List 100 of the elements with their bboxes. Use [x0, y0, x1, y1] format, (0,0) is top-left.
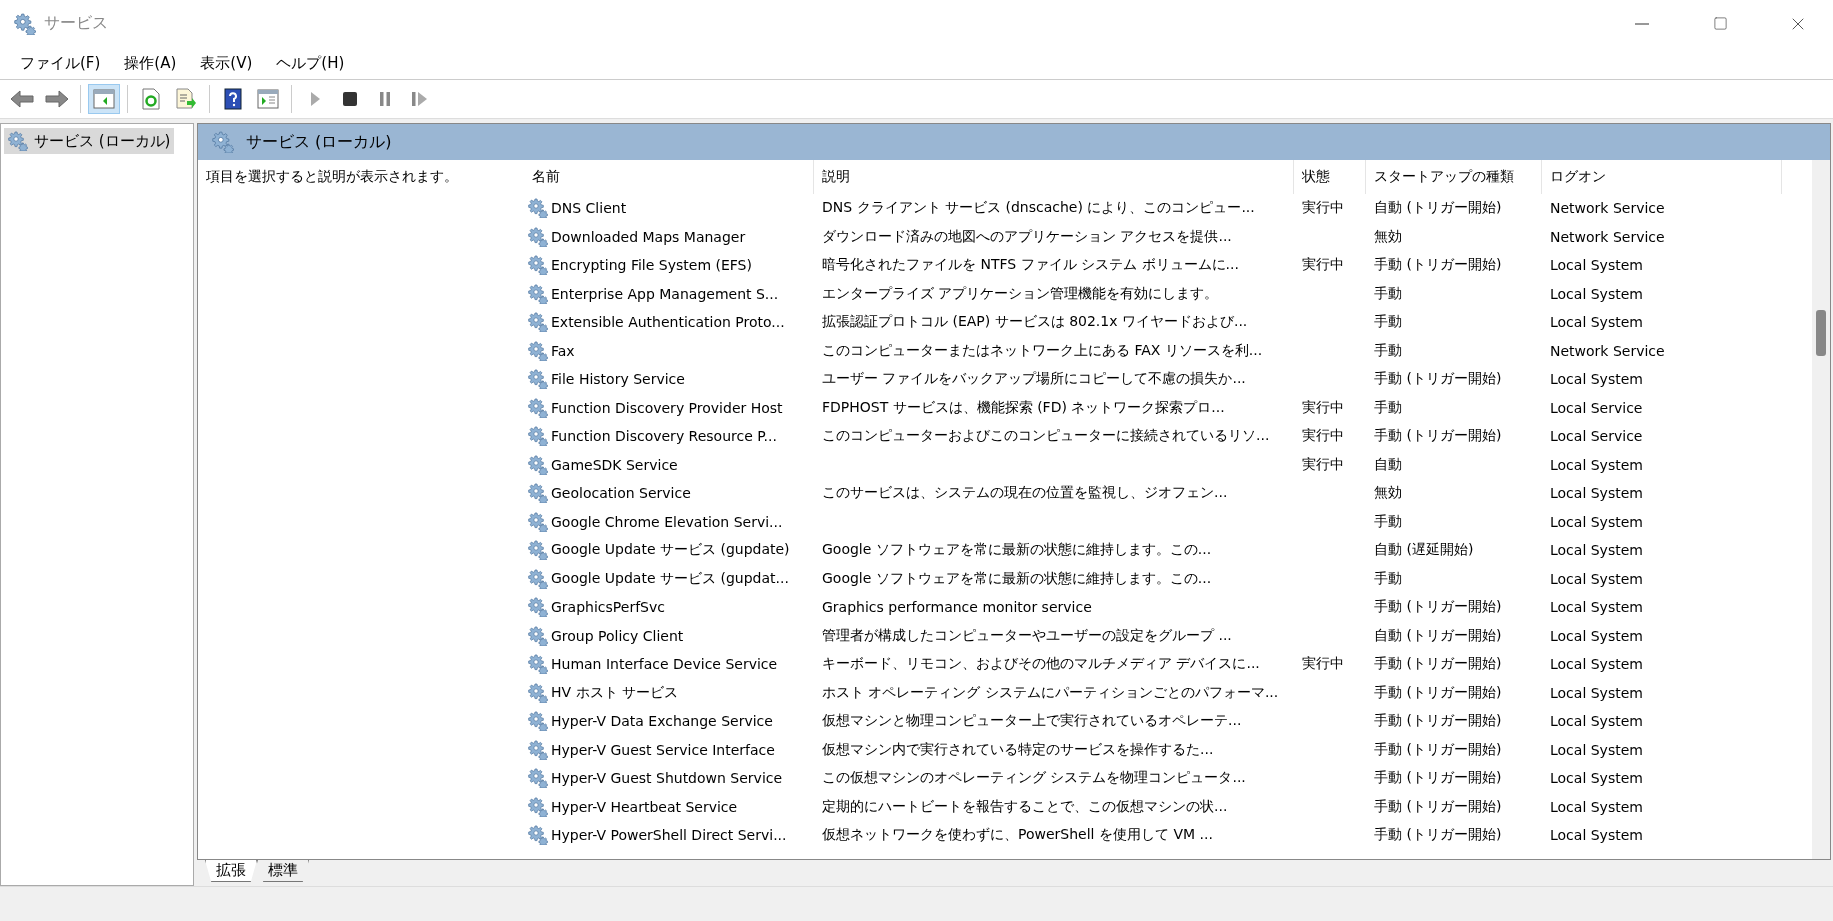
service-description: 管理者が構成したコンピューターやユーザーの設定をグループ ...: [822, 626, 1232, 643]
gear-icon: [528, 340, 548, 361]
service-name[interactable]: Google Update サービス (gupdate): [551, 541, 790, 560]
menu-item[interactable]: 表示(V): [190, 49, 263, 77]
gear-icon: [528, 312, 548, 333]
logon-account: Local System: [1550, 827, 1643, 844]
column-header[interactable]: ログオン: [1542, 160, 1782, 194]
service-name[interactable]: Hyper-V Guest Service Interface: [551, 741, 775, 758]
menu-item[interactable]: ファイル(F): [10, 49, 111, 77]
service-status: 実行中: [1302, 398, 1344, 415]
gear-icon: [528, 568, 548, 589]
startup-type: 手動: [1374, 512, 1402, 529]
gear-icon: [528, 198, 548, 219]
view-tab[interactable]: 標準: [257, 860, 309, 882]
logon-account: Local System: [1550, 456, 1643, 473]
resume-icon: [411, 91, 429, 107]
service-name[interactable]: Geolocation Service: [551, 485, 691, 502]
startup-type: 手動 (トリガー開始): [1374, 826, 1502, 843]
logon-account: Network Service: [1550, 200, 1665, 217]
logon-account: Local Service: [1550, 399, 1643, 416]
gear-icon: [528, 654, 548, 675]
service-description: ホスト オペレーティング システムにパーティションごとのパフォーマ...: [822, 683, 1279, 700]
startup-type: 手動: [1374, 341, 1402, 358]
service-description: このコンピューターまたはネットワーク上にある FAX リソースを利...: [822, 341, 1263, 358]
service-name[interactable]: Enterprise App Management S...: [551, 285, 779, 302]
service-description: 仮想ネットワークを使わずに、PowerShell を使用して VM ...: [822, 826, 1213, 843]
gear-icon: [528, 255, 548, 276]
startup-type: 手動: [1374, 569, 1402, 586]
service-status: 実行中: [1302, 256, 1344, 273]
logon-account: Local System: [1550, 285, 1643, 302]
service-description: このコンピューターおよびこのコンピューターに接続されているリソ...: [822, 427, 1270, 444]
service-name[interactable]: Encrypting File System (EFS): [551, 257, 752, 274]
startup-type: 手動 (トリガー開始): [1374, 370, 1502, 387]
startup-type: 手動 (トリガー開始): [1374, 598, 1502, 615]
view-tab[interactable]: 拡張: [205, 860, 257, 882]
scrollbar-thumb[interactable]: [1816, 310, 1826, 356]
service-name[interactable]: HV ホスト サービス: [551, 683, 678, 702]
startup-type: 自動 (遅延開始): [1374, 541, 1474, 558]
service-name[interactable]: Extensible Authentication Proto...: [551, 314, 785, 331]
service-status: 実行中: [1302, 199, 1344, 216]
logon-account: Local System: [1550, 257, 1643, 274]
logon-account: Local System: [1550, 713, 1643, 730]
gear-icon: [528, 796, 548, 817]
service-name[interactable]: Hyper-V Guest Shutdown Service: [551, 770, 783, 787]
scrollbar[interactable]: [1812, 160, 1830, 859]
help-icon: [224, 88, 242, 110]
service-name[interactable]: Hyper-V Heartbeat Service: [551, 798, 738, 815]
service-name[interactable]: Human Interface Device Service: [551, 656, 778, 673]
service-name[interactable]: Google Chrome Elevation Servi...: [551, 513, 783, 530]
service-name[interactable]: Function Discovery Resource P...: [551, 428, 777, 445]
startup-type: 手動 (トリガー開始): [1374, 256, 1502, 273]
window-view-icon: [257, 89, 279, 109]
gear-icon: [528, 739, 548, 760]
gear-icon: [528, 226, 548, 247]
logon-account: Local System: [1550, 371, 1643, 388]
service-name[interactable]: Function Discovery Provider Host: [551, 399, 783, 416]
gear-icon: [528, 369, 548, 390]
column-header[interactable]: 説明: [814, 160, 1294, 194]
startup-type: 手動 (トリガー開始): [1374, 655, 1502, 672]
column-header[interactable]: スタートアップの種類: [1366, 160, 1542, 194]
service-name[interactable]: Downloaded Maps Manager: [551, 228, 746, 245]
tree-item[interactable]: サービス (ローカル): [4, 128, 175, 154]
service-description: FDPHOST サービスは、機能探索 (FD) ネットワーク探索プロ...: [822, 398, 1225, 415]
service-name[interactable]: File History Service: [551, 371, 685, 388]
service-name[interactable]: Google Update サービス (gupdat...: [551, 569, 789, 588]
service-description: 定期的にハートビートを報告することで、この仮想マシンの状...: [822, 797, 1228, 814]
startup-type: 自動: [1374, 455, 1402, 472]
service-name[interactable]: GameSDK Service: [551, 456, 678, 473]
gear-icon: [528, 397, 548, 418]
export-list-icon: [175, 88, 197, 110]
maximize-icon: [1712, 16, 1728, 31]
startup-type: 手動 (トリガー開始): [1374, 740, 1502, 757]
gear-icon: [528, 597, 548, 618]
gear-icon: [528, 511, 548, 532]
startup-type: 手動 (トリガー開始): [1374, 683, 1502, 700]
service-name[interactable]: Group Policy Client: [551, 627, 684, 644]
pause-icon: [378, 91, 392, 107]
description-hint: 項目を選択すると説明が表示されます。: [205, 167, 459, 186]
gear-icon: [212, 131, 234, 153]
service-name[interactable]: Hyper-V Data Exchange Service: [551, 713, 773, 730]
startup-type: 自動 (トリガー開始): [1374, 199, 1502, 216]
panel-title: サービス (ローカル): [246, 131, 392, 153]
startup-type: 手動 (トリガー開始): [1374, 769, 1502, 786]
startup-type: 手動: [1374, 398, 1402, 415]
logon-account: Local System: [1550, 627, 1643, 644]
menu-item[interactable]: ヘルプ(H): [266, 49, 355, 77]
gear-icon: [528, 426, 548, 447]
service-name[interactable]: Hyper-V PowerShell Direct Servi...: [551, 827, 787, 844]
service-name[interactable]: Fax: [551, 342, 575, 359]
startup-type: 手動 (トリガー開始): [1374, 712, 1502, 729]
column-header[interactable]: 名前: [524, 160, 814, 194]
service-name[interactable]: DNS Client: [551, 200, 627, 217]
gear-icon: [8, 131, 28, 151]
service-name[interactable]: GraphicsPerfSvc: [551, 599, 665, 616]
menu-item[interactable]: 操作(A): [114, 49, 187, 77]
service-description: 仮想マシン内で実行されている特定のサービスを操作するた...: [822, 740, 1214, 757]
stop-icon: [342, 91, 358, 107]
startup-type: 手動: [1374, 284, 1402, 301]
column-header[interactable]: 状態: [1294, 160, 1366, 194]
gear-icon: [14, 12, 36, 35]
